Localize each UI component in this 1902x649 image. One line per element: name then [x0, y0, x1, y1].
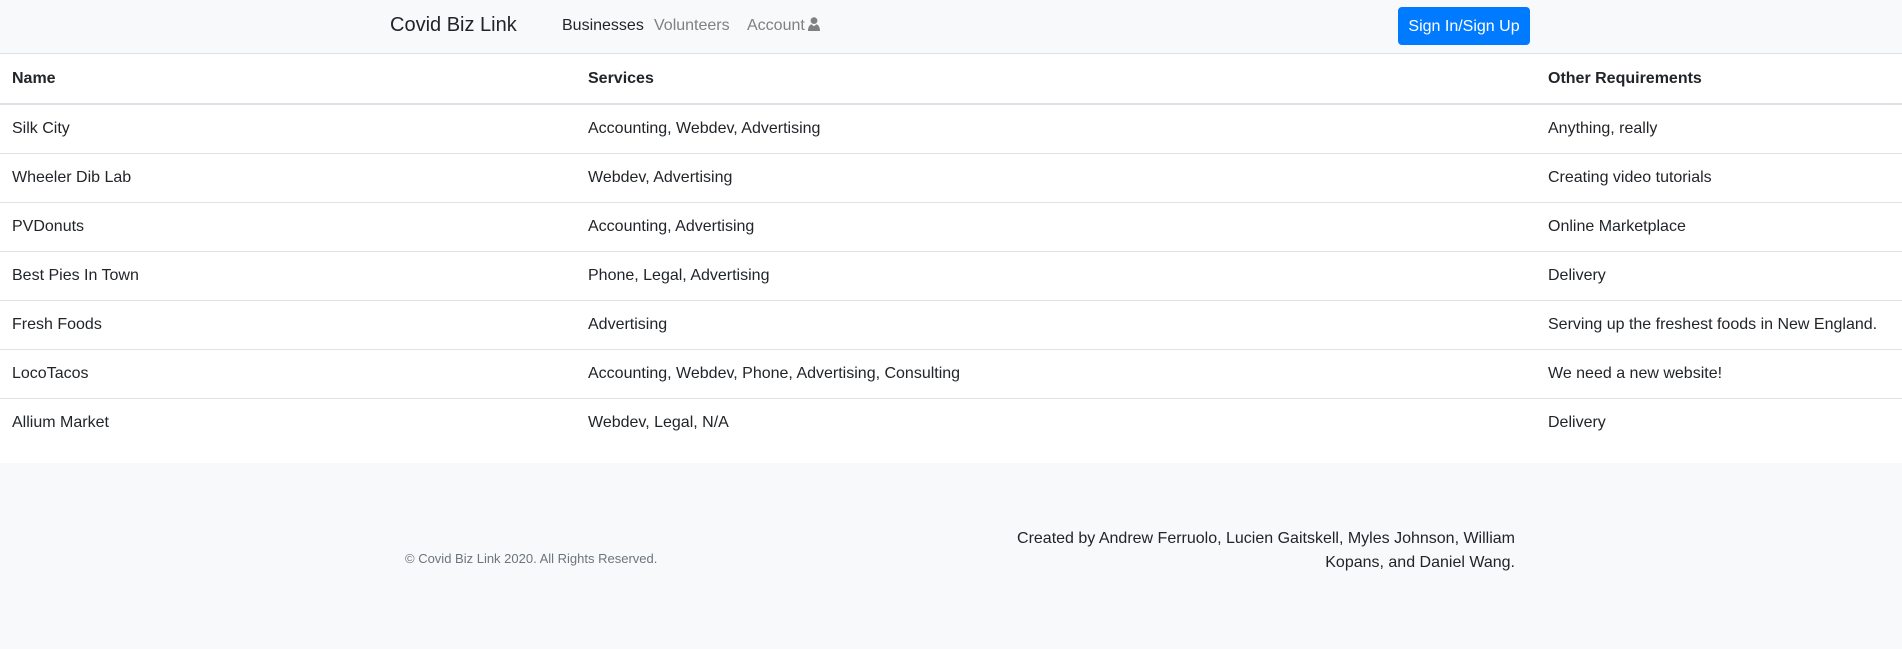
nav-account[interactable]: Account [747, 17, 820, 35]
cell-services: Webdev, Legal, N/A [576, 398, 1536, 447]
cell-name: Silk City [12, 120, 70, 137]
cell-name: Fresh Foods [0, 300, 576, 350]
user-icon [807, 17, 820, 31]
cell-other-requirements: Anything, really [1548, 120, 1658, 137]
brand-link[interactable]: Covid Biz Link [390, 14, 517, 37]
table-row: Allium Market Webdev, Legal, N/A Deliver… [0, 398, 1902, 447]
cell-name: Wheeler Dib Lab [0, 153, 576, 203]
credits-line-1: Created by Andrew Ferruolo, Lucien Gaits… [1017, 530, 1515, 547]
credits-line-2: Kopans, and Daniel Wang. [1325, 554, 1515, 571]
cell-services: Phone, Legal, Advertising [576, 251, 1536, 301]
table-header-row: Name Services Other Requirements [0, 54, 1902, 105]
nav-businesses[interactable]: Businesses [562, 17, 644, 35]
sign-in-sign-up-button[interactable]: Sign In/Sign Up [1398, 7, 1530, 45]
column-header-other-requirements: Other Requirements [1536, 54, 1902, 105]
table-row: Fresh Foods Advertising Serving up the f… [0, 300, 1902, 350]
cell-other-requirements: We need a new website! [1536, 349, 1902, 399]
credits-text: Created by Andrew Ferruolo, Lucien Gaits… [1010, 527, 1515, 575]
cell-other-requirements: Delivery [1536, 251, 1902, 301]
cell-services: Webdev, Advertising [576, 153, 1536, 203]
table-row: PVDonuts Accounting, Advertising Online … [0, 202, 1902, 252]
cell-name: Allium Market [0, 398, 576, 447]
nav-account-label: Account [747, 17, 805, 34]
businesses-table: Name Services Other Requirements Silk Ci… [0, 54, 1902, 447]
cell-services: Accounting, Webdev, Phone, Advertising, … [576, 349, 1536, 399]
cell-name: Best Pies In Town [0, 251, 576, 301]
table-row: LocoTacos Accounting, Webdev, Phone, Adv… [0, 349, 1902, 399]
footer: © Covid Biz Link 2020. All Rights Reserv… [0, 463, 1902, 649]
cell-services: Advertising [576, 300, 1536, 350]
cell-other-requirements: Serving up the freshest foods in New Eng… [1536, 300, 1902, 350]
cell-name: PVDonuts [0, 202, 576, 252]
column-header-name: Name [0, 54, 576, 105]
cell-other-requirements: Online Marketplace [1536, 202, 1902, 252]
cell-other-requirements: Creating video tutorials [1536, 153, 1902, 203]
nav-volunteers[interactable]: Volunteers [654, 17, 730, 35]
copyright-text: © Covid Biz Link 2020. All Rights Reserv… [405, 551, 658, 566]
cell-services: Accounting, Webdev, Advertising [588, 120, 821, 137]
table-row: Wheeler Dib Lab Webdev, Advertising Crea… [0, 153, 1902, 203]
navbar: Covid Biz Link Businesses Volunteers Acc… [0, 0, 1902, 54]
table-row: Best Pies In Town Phone, Legal, Advertis… [0, 251, 1902, 301]
column-header-services: Services [576, 54, 1536, 105]
cell-other-requirements: Delivery [1536, 398, 1902, 447]
cell-services: Accounting, Advertising [576, 202, 1536, 252]
cell-name: LocoTacos [0, 349, 576, 399]
table-row: Silk City Accounting, Webdev, Advertisin… [0, 104, 1902, 154]
